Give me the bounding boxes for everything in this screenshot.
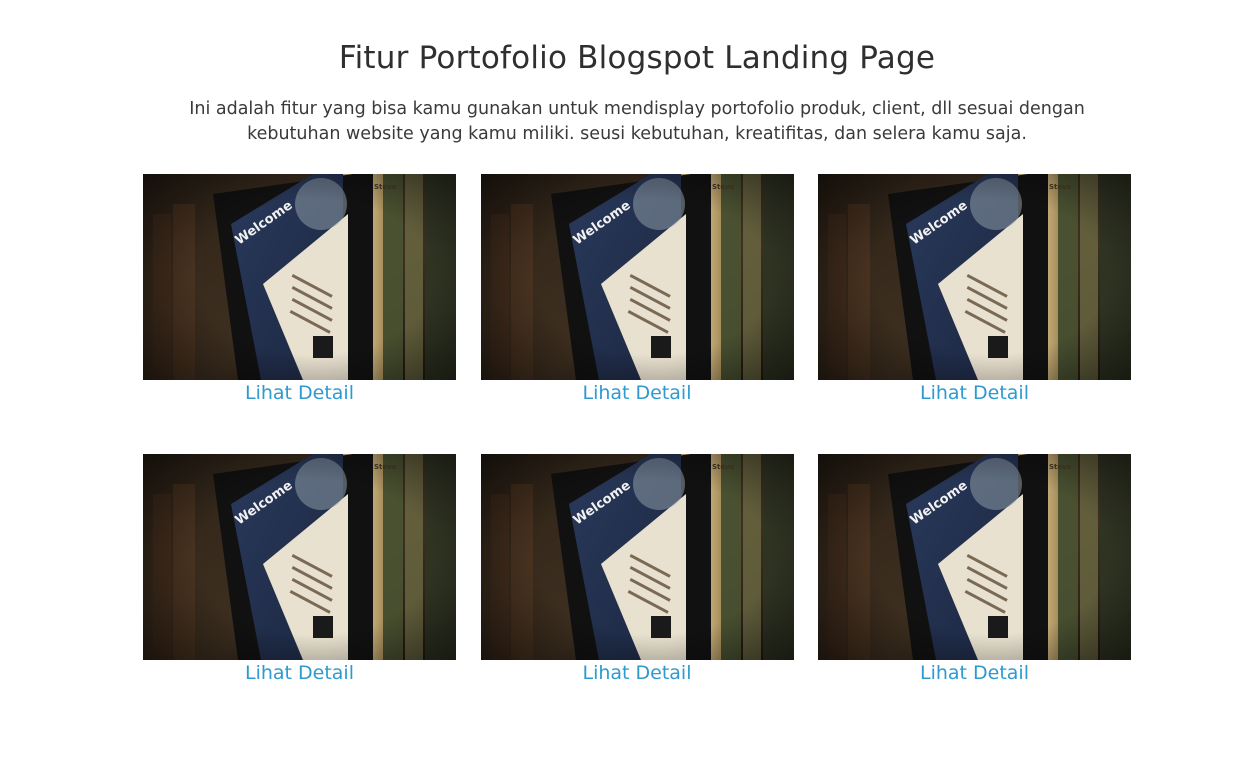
section-description: Ini adalah fitur yang bisa kamu gunakan … (189, 99, 1085, 144)
portfolio-thumbnail[interactable]: Welcome Steve (143, 454, 456, 660)
portfolio-item: Welcome Steve Lihat Detail (480, 454, 794, 734)
svg-text:Steve: Steve (712, 463, 735, 471)
portfolio-thumbnail[interactable]: Welcome Steve (480, 174, 794, 380)
svg-text:Steve: Steve (374, 463, 397, 471)
portfolio-grid: Welcome Steve Lihat Detail Welcome Steve… (143, 174, 1131, 734)
portfolio-item: Welcome Steve Lihat Detail (143, 174, 456, 454)
lihat-detail-link[interactable]: Lihat Detail (920, 661, 1029, 685)
svg-text:Steve: Steve (1049, 183, 1072, 191)
portfolio-item: Welcome Steve Lihat Detail (818, 454, 1131, 734)
portfolio-item: Welcome Steve Lihat Detail (143, 454, 456, 734)
lihat-detail-link[interactable]: Lihat Detail (920, 381, 1029, 405)
portfolio-item: Welcome Steve Lihat Detail (480, 174, 794, 454)
portfolio-item: Welcome Steve Lihat Detail (818, 174, 1131, 454)
portfolio-thumbnail[interactable]: Welcome Steve (818, 454, 1131, 660)
lihat-detail-link[interactable]: Lihat Detail (245, 661, 354, 685)
portfolio-thumbnail[interactable]: Welcome Steve (143, 174, 456, 380)
svg-text:Steve: Steve (374, 183, 397, 191)
lihat-detail-link[interactable]: Lihat Detail (245, 381, 354, 405)
portfolio-thumbnail[interactable]: Welcome Steve (818, 174, 1131, 380)
svg-text:Steve: Steve (712, 183, 735, 191)
lihat-detail-link[interactable]: Lihat Detail (582, 661, 691, 685)
portfolio-thumbnail[interactable]: Welcome Steve (480, 454, 794, 660)
section-title: Fitur Portofolio Blogspot Landing Page (338, 40, 936, 76)
lihat-detail-link[interactable]: Lihat Detail (582, 381, 691, 405)
svg-text:Steve: Steve (1049, 463, 1072, 471)
